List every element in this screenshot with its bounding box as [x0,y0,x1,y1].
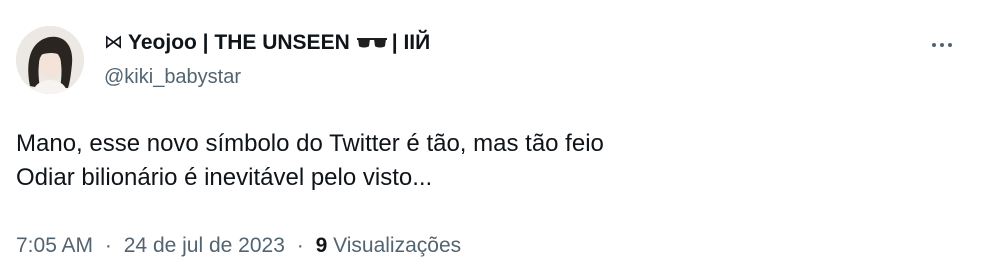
tweet-time[interactable]: 7:05 AM [16,234,93,257]
avatar-image [16,26,84,94]
avatar[interactable] [16,26,84,94]
bowtie-symbol: ⋈ [104,32,123,53]
tweet-text-line: Odiar bilionário é inevitável pelo visto… [16,164,433,191]
more-horizontal-icon [932,43,936,47]
display-name-text: Yeojoo | THE UNSEEN [128,31,350,54]
author-names: ⋈ Yeojoo | THE UNSEEN | ΙΙЙ @kiki_babyst… [104,30,430,89]
author-handle[interactable]: @kiki_babystar [104,65,430,89]
tweet-header: ⋈ Yeojoo | THE UNSEEN | ΙΙЙ @kiki_babyst… [16,26,968,96]
tweet-text: Mano, esse novo símbolo do Twitter é tão… [16,127,604,195]
views-count: 9 [315,234,328,257]
tweet-text-line: Mano, esse novo símbolo do Twitter é tão… [16,130,604,157]
meta-separator: · [296,234,304,257]
display-name-suffix: | ΙΙЙ [391,31,431,54]
tweet-card: ⋈ Yeojoo | THE UNSEEN | ΙΙЙ @kiki_babyst… [0,0,984,275]
more-horizontal-icon-dot [948,43,952,47]
author-display-name[interactable]: ⋈ Yeojoo | THE UNSEEN | ΙΙЙ [104,30,430,56]
views-label[interactable]: Visualizações [333,234,461,257]
more-horizontal-icon-dot [940,43,944,47]
sunglasses-emoji-icon [356,36,387,50]
more-options-button[interactable] [922,30,962,60]
tweet-date[interactable]: 24 de jul de 2023 [124,234,285,257]
meta-separator: · [104,234,112,257]
tweet-meta: 7:05 AM · 24 de jul de 2023 · 9 Visualiz… [16,232,461,260]
